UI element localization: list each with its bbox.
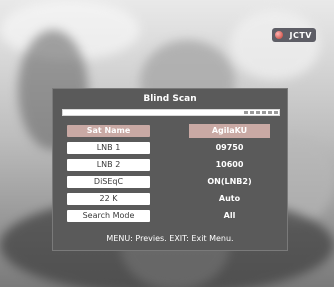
progress-segment: [262, 111, 266, 114]
row-diseqc[interactable]: DiSEqC ON(LNB2): [53, 175, 287, 189]
row-lnb2[interactable]: LNB 2 10600: [53, 158, 287, 172]
scan-progress-bar: [62, 109, 280, 116]
lnb1-value[interactable]: 09750: [189, 141, 270, 155]
diseqc-label[interactable]: DiSEqC: [67, 176, 150, 188]
progress-segment: [244, 111, 248, 114]
sat-name-label[interactable]: Sat Name: [67, 125, 150, 137]
22k-label[interactable]: 22 K: [67, 193, 150, 205]
blind-scan-dialog: Blind Scan Sat Name AgilaKU LNB 1 09750 …: [52, 88, 288, 251]
progress-segment: [268, 111, 272, 114]
diseqc-value[interactable]: ON(LNB2): [189, 175, 270, 189]
progress-segment: [256, 111, 260, 114]
progress-segment: [250, 111, 254, 114]
dialog-title: Blind Scan: [143, 94, 197, 104]
dialog-footer-hint: MENU: Previes. EXIT: Exit Menu.: [106, 234, 234, 243]
row-search-mode[interactable]: Search Mode All: [53, 209, 287, 223]
row-lnb1[interactable]: LNB 1 09750: [53, 141, 287, 155]
channel-logo: JCTV: [272, 28, 316, 42]
22k-value[interactable]: Auto: [189, 192, 270, 206]
channel-logo-icon: [275, 31, 283, 39]
lnb2-label[interactable]: LNB 2: [67, 159, 150, 171]
lnb1-label[interactable]: LNB 1: [67, 142, 150, 154]
search-mode-label[interactable]: Search Mode: [67, 210, 150, 222]
row-22k[interactable]: 22 K Auto: [53, 192, 287, 206]
search-mode-value[interactable]: All: [189, 209, 270, 223]
sat-name-value[interactable]: AgilaKU: [189, 124, 270, 138]
channel-logo-text: JCTV: [289, 30, 312, 40]
lnb2-value[interactable]: 10600: [189, 158, 270, 172]
progress-segment: [274, 111, 278, 114]
row-sat-name[interactable]: Sat Name AgilaKU: [53, 124, 287, 138]
